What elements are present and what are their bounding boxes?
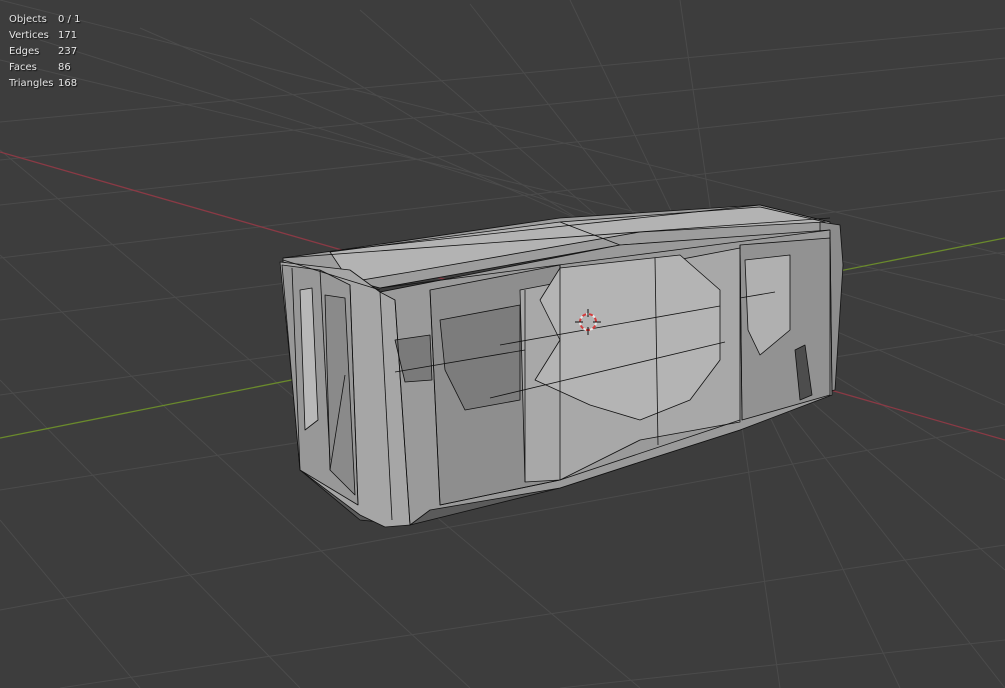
stat-label: Objects [9, 14, 47, 25]
viewport-scene[interactable] [0, 0, 1005, 688]
stat-row-vertices: Vertices 171 [9, 28, 80, 44]
stat-value: 0 / 1 [58, 14, 81, 25]
stat-value: 171 [58, 30, 78, 41]
stat-value: 237 [58, 46, 78, 57]
stat-label: Edges [9, 46, 40, 57]
stat-value: 86 [58, 62, 71, 73]
stat-row-faces: Faces 86 [9, 60, 80, 76]
3d-viewport[interactable]: Objects 0 / 1 Vertices 171 Edges 237 Fac… [0, 0, 1005, 688]
stat-label: Faces [9, 62, 37, 73]
statistics-overlay: Objects 0 / 1 Vertices 171 Edges 237 Fac… [9, 12, 80, 92]
stat-row-objects: Objects 0 / 1 [9, 12, 80, 28]
stat-label: Triangles [9, 78, 54, 89]
stat-label: Vertices [9, 30, 49, 41]
stat-row-triangles: Triangles 168 [9, 76, 80, 92]
stat-row-edges: Edges 237 [9, 44, 80, 60]
mesh-object[interactable] [279, 204, 844, 528]
stat-value: 168 [58, 78, 78, 89]
